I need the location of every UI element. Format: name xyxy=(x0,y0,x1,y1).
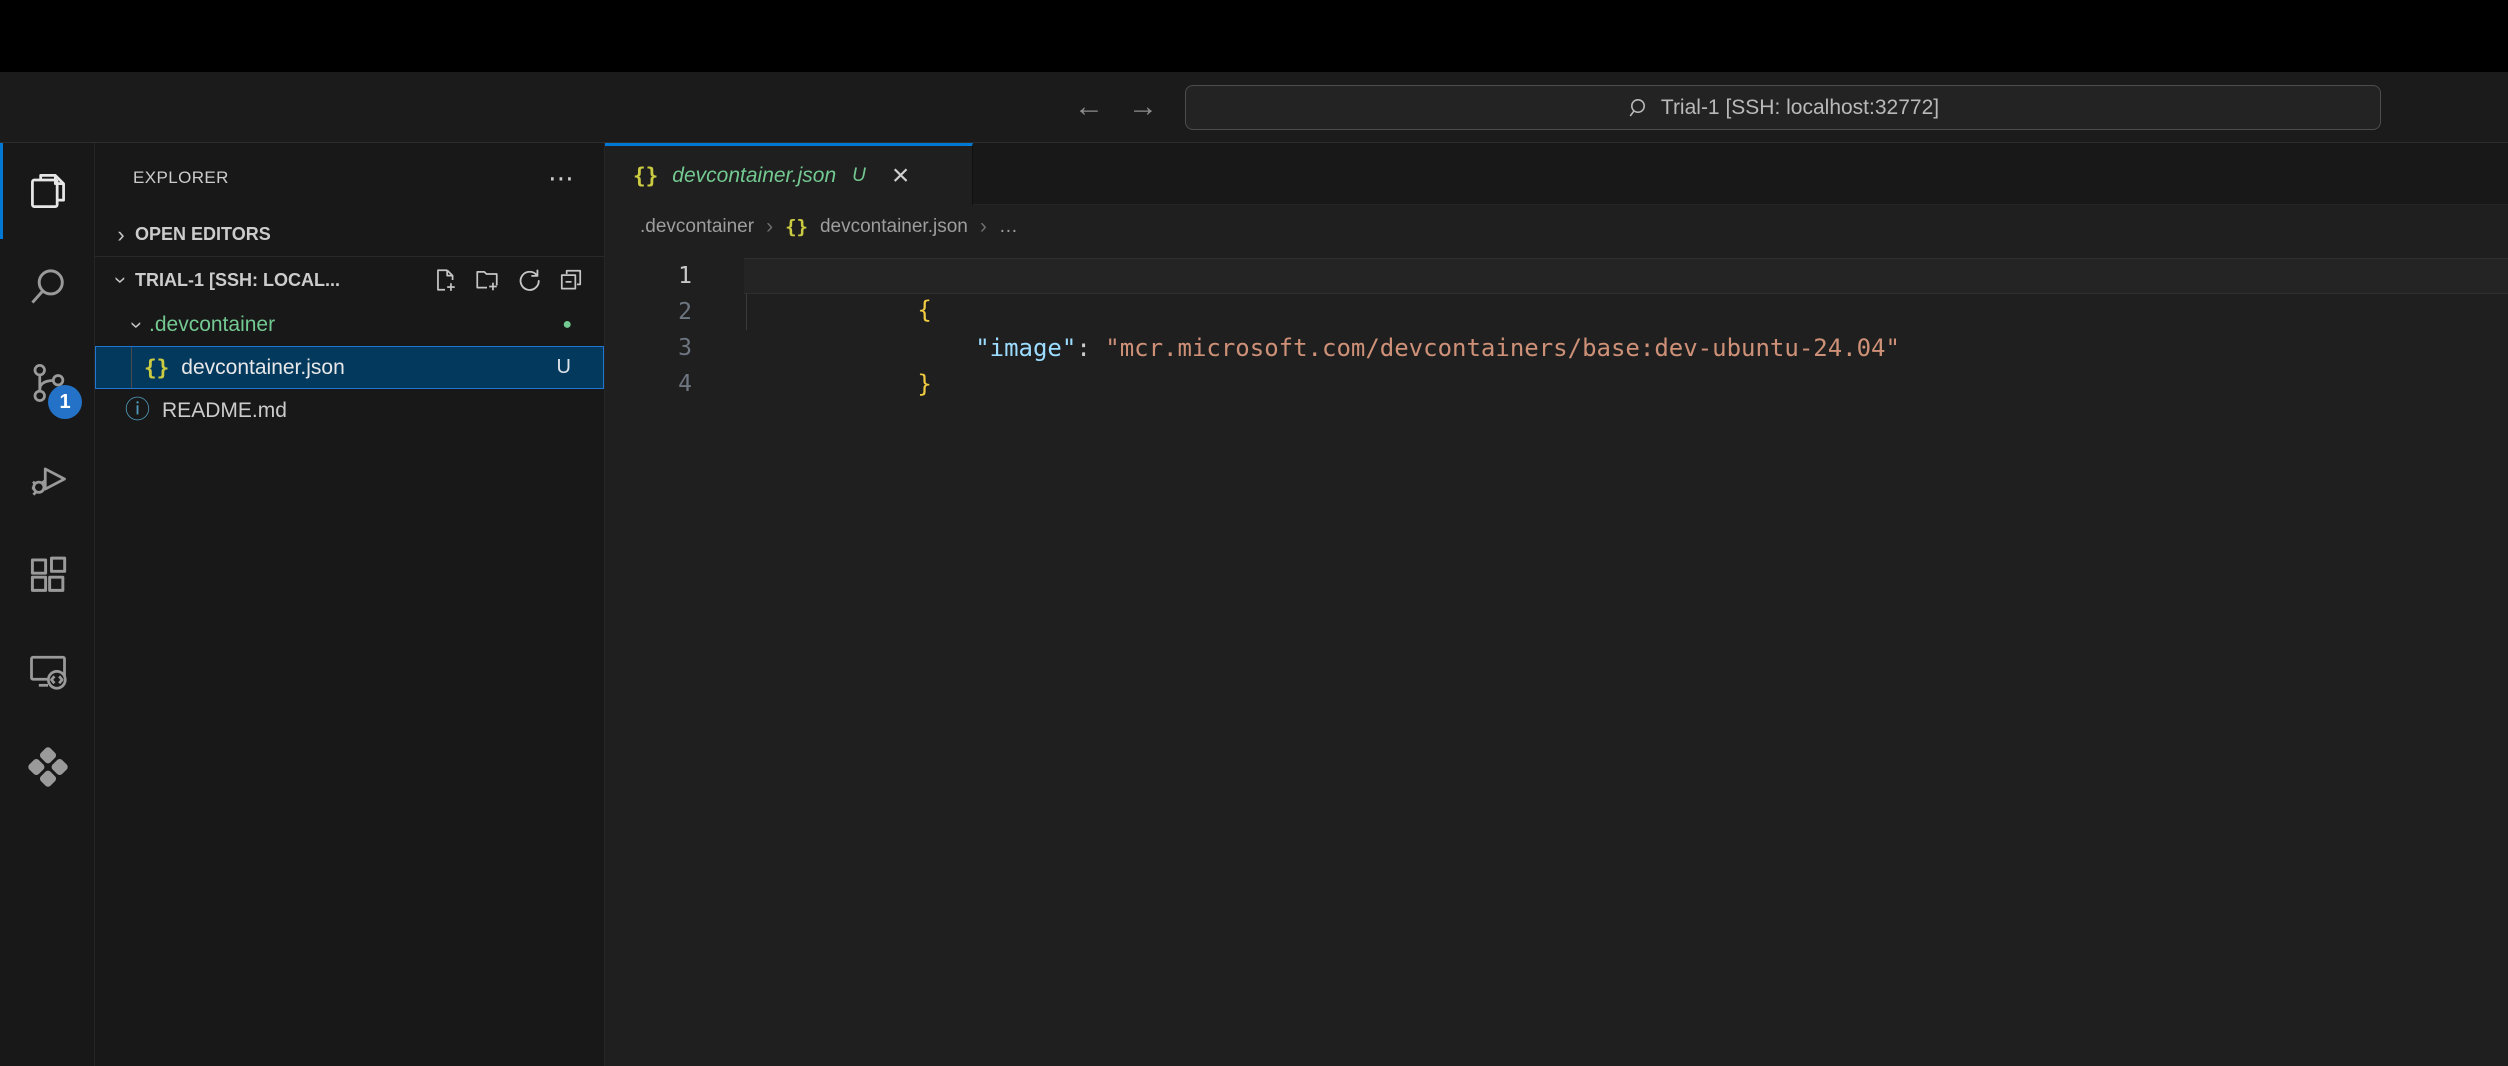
search-icon xyxy=(1627,96,1651,120)
remote-explorer-icon xyxy=(26,649,70,693)
indent-guide xyxy=(746,294,747,330)
workbench: 1 xyxy=(0,143,2508,1066)
activity-search-button[interactable] xyxy=(0,239,95,335)
code-editor[interactable]: 1 2 3 4 { "image": "mcr.microsoft.com/de… xyxy=(605,249,2508,1066)
menu-bar-strip xyxy=(0,0,2508,72)
json-file-icon: {} xyxy=(144,356,169,380)
refresh-icon[interactable] xyxy=(516,267,542,293)
tab-devcontainer-json[interactable]: {} devcontainer.json U × xyxy=(605,143,973,205)
sidebar-header: EXPLORER ⋯ xyxy=(95,143,604,213)
tree-row-devcontainer-json[interactable]: {} devcontainer.json U xyxy=(95,346,604,389)
new-folder-icon[interactable] xyxy=(474,267,500,293)
command-center-label: Trial-1 [SSH: localhost:32772] xyxy=(1661,96,1939,120)
navigate-forward-button[interactable]: → xyxy=(1120,72,1166,142)
tree-indent-guide xyxy=(131,347,132,388)
line-number: 3 xyxy=(605,330,744,366)
workspace-label: TRIAL-1 [SSH: LOCAL... xyxy=(135,270,340,291)
workspace-section-header[interactable]: › TRIAL-1 [SSH: LOCAL... xyxy=(95,257,604,303)
line-number: 1 xyxy=(605,258,744,294)
code-line-2: "image": "mcr.microsoft.com/devcontainer… xyxy=(744,294,2508,330)
source-control-badge: 1 xyxy=(48,385,82,419)
breadcrumb-separator-icon: › xyxy=(766,215,773,239)
json-file-icon: {} xyxy=(785,216,808,238)
file-name: README.md xyxy=(162,399,287,423)
folder-name: .devcontainer xyxy=(149,313,275,337)
breadcrumb-folder[interactable]: .devcontainer xyxy=(640,216,754,238)
vscode-window: ← → Trial-1 [SSH: localhost:32772] xyxy=(0,0,2508,1066)
code-content: { "image": "mcr.microsoft.com/devcontain… xyxy=(744,258,2508,1066)
breadcrumb: .devcontainer › {} devcontainer.json › … xyxy=(605,205,2508,249)
chevron-down-icon: › xyxy=(124,313,150,337)
breadcrumb-file[interactable]: devcontainer.json xyxy=(820,216,968,238)
json-file-icon: {} xyxy=(633,164,658,188)
code-line-4 xyxy=(744,366,2508,402)
workspace-actions xyxy=(432,267,584,293)
breadcrumb-separator-icon: › xyxy=(980,215,987,239)
editor-group: {} devcontainer.json U × .devcontainer ›… xyxy=(605,143,2508,1066)
navigate-back-button[interactable]: ← xyxy=(1066,72,1112,142)
open-editors-label: OPEN EDITORS xyxy=(135,224,271,245)
line-number: 4 xyxy=(605,366,744,402)
tab-label: devcontainer.json xyxy=(672,164,836,188)
chevron-down-icon: › xyxy=(108,268,134,292)
activity-explorer-button[interactable] xyxy=(0,143,95,239)
tab-bar: {} devcontainer.json U × xyxy=(605,143,2508,205)
containers-diamond-icon xyxy=(25,744,71,790)
sidebar-more-actions-icon[interactable]: ⋯ xyxy=(548,163,576,194)
readme-info-icon: ⓘ xyxy=(125,398,150,423)
extensions-icon xyxy=(26,553,70,597)
tree-row-readme[interactable]: ⓘ README.md xyxy=(95,389,604,432)
file-name: devcontainer.json xyxy=(181,356,344,380)
chevron-right-icon: › xyxy=(109,222,133,248)
code-line-3: } xyxy=(744,330,2508,366)
open-editors-section-header[interactable]: › OPEN EDITORS xyxy=(95,213,604,257)
activity-containers-button[interactable] xyxy=(0,719,95,815)
git-modified-dot: ● xyxy=(562,316,572,334)
forward-arrow-icon: → xyxy=(1128,90,1158,124)
line-number: 2 xyxy=(605,294,744,330)
collapse-all-icon[interactable] xyxy=(558,267,584,293)
code-line-1: { xyxy=(744,258,2508,294)
tree-row-devcontainer-folder[interactable]: › .devcontainer ● xyxy=(95,303,604,346)
git-untracked-badge: U xyxy=(557,356,571,379)
activity-run-debug-button[interactable] xyxy=(0,431,95,527)
back-arrow-icon: ← xyxy=(1074,90,1104,124)
activity-source-control-button[interactable]: 1 xyxy=(0,335,95,431)
new-file-icon[interactable] xyxy=(432,267,458,293)
sidebar-title: EXPLORER xyxy=(133,168,229,188)
title-bar: ← → Trial-1 [SSH: localhost:32772] xyxy=(0,72,2508,143)
search-magnifier-icon xyxy=(26,265,70,309)
activity-remote-explorer-button[interactable] xyxy=(0,623,95,719)
command-center-search[interactable]: Trial-1 [SSH: localhost:32772] xyxy=(1185,85,2381,130)
tab-untracked-badge: U xyxy=(852,165,866,187)
tab-close-icon[interactable]: × xyxy=(892,161,910,191)
explorer-sidebar: EXPLORER ⋯ › OPEN EDITORS › TRIAL-1 [SSH… xyxy=(95,143,605,1066)
run-debug-icon xyxy=(26,457,70,501)
line-number-gutter: 1 2 3 4 xyxy=(605,258,744,1066)
activity-extensions-button[interactable] xyxy=(0,527,95,623)
activity-bar: 1 xyxy=(0,143,95,1066)
file-tree: › .devcontainer ● {} devcontainer.json U… xyxy=(95,303,604,432)
breadcrumb-symbol-ellipsis[interactable]: … xyxy=(999,216,1018,238)
explorer-files-icon xyxy=(26,169,70,213)
